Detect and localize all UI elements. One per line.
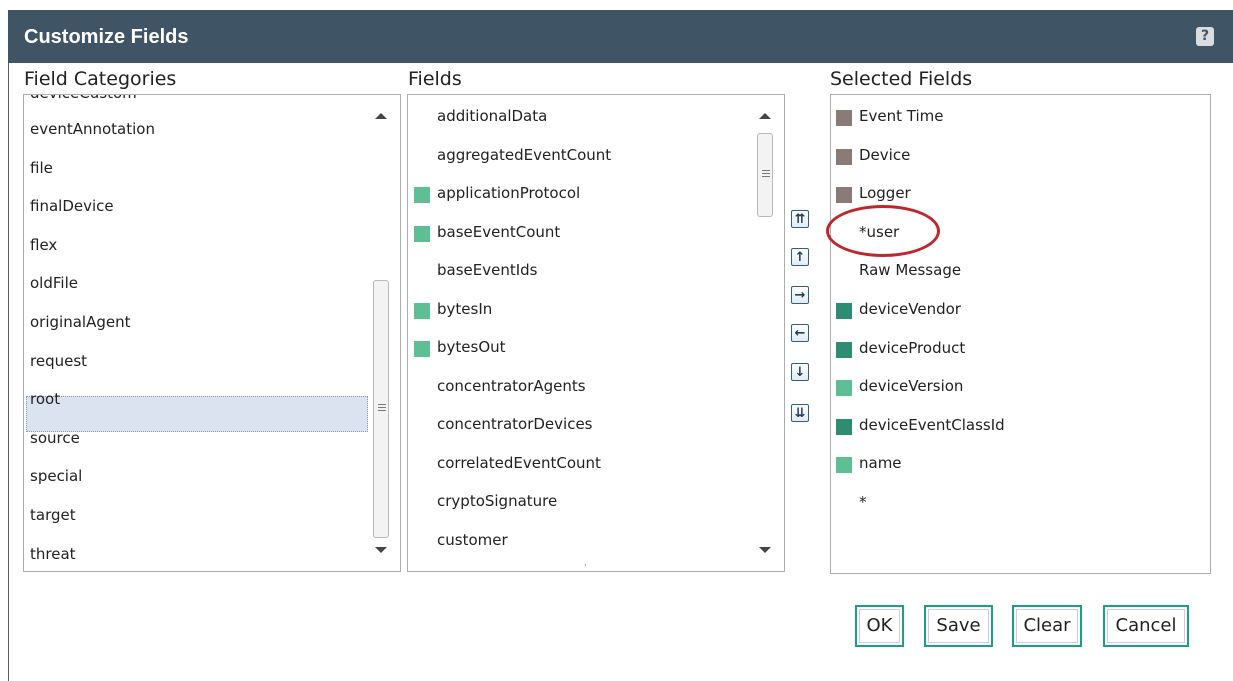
selected-field-item[interactable]: Device (859, 146, 910, 164)
category-item[interactable]: request (30, 352, 87, 370)
scroll-down-arrow-icon[interactable] (375, 547, 387, 553)
cancel-button[interactable]: Cancel (1103, 605, 1189, 647)
scroll-up-arrow-icon[interactable] (759, 113, 771, 119)
field-item[interactable]: correlatedEventCount (437, 454, 601, 472)
field-item[interactable]: baseEventCount (437, 223, 560, 241)
field-item[interactable]: concentratorAgents (437, 377, 586, 395)
dialog-titlebar: Customize Fields ? (8, 10, 1233, 63)
selected-field-item[interactable]: deviceVendor (859, 300, 961, 318)
move-bottom-button[interactable]: ⇊ (791, 404, 809, 422)
field-type-marker (836, 418, 852, 435)
selected-field-item[interactable]: Logger (859, 184, 911, 202)
dialog-title: Customize Fields (24, 26, 189, 48)
help-icon[interactable]: ? (1196, 27, 1214, 46)
selected-fields-list[interactable]: Event Time Device Logger *user Raw Message de… (830, 94, 1211, 574)
field-type-marker (836, 341, 852, 358)
category-item[interactable]: source (30, 429, 80, 447)
ok-button[interactable]: OK (855, 605, 904, 647)
field-type-marker (836, 148, 852, 165)
field-type-marker (414, 341, 430, 357)
categories-scrollbar[interactable] (371, 95, 391, 571)
selected-field-item[interactable]: name (859, 454, 902, 472)
field-type-marker (836, 110, 852, 126)
category-item-partial[interactable]: deviceCustom (30, 95, 137, 102)
field-type-marker (414, 302, 430, 319)
field-item[interactable]: baseEventIds (437, 261, 538, 279)
category-item[interactable]: special (30, 467, 82, 485)
remove-field-button[interactable]: ← (791, 324, 809, 342)
selected-field-item[interactable]: deviceVersion (859, 377, 963, 395)
selected-field-item[interactable]: * (859, 493, 867, 511)
field-type-marker (414, 225, 430, 242)
category-item[interactable]: originalAgent (30, 313, 130, 331)
field-item[interactable]: aggregatedEventCount (437, 146, 611, 164)
field-type-marker (836, 303, 852, 319)
selected-field-item[interactable]: Event Time (859, 107, 943, 125)
move-up-button[interactable]: ↑ (791, 248, 809, 266)
move-down-button[interactable]: ↓ (791, 363, 809, 381)
save-button[interactable]: Save (924, 605, 993, 647)
category-item[interactable]: finalDevice (30, 197, 114, 215)
fields-scroll-thumb[interactable] (757, 133, 773, 217)
selected-field-item[interactable]: deviceEventClassId (859, 416, 1005, 434)
field-item[interactable]: cryptoSignature (437, 492, 557, 510)
dialog-left-border (8, 63, 9, 681)
field-type-marker (836, 380, 852, 397)
selected-fields-header: Selected Fields (830, 68, 973, 90)
highlight-circle (826, 205, 940, 257)
selected-category-highlight (26, 396, 368, 432)
move-top-button[interactable]: ⇈ (791, 210, 809, 228)
field-type-marker (836, 187, 852, 204)
field-categories-list[interactable]: deviceCustom eventAnnotation file finalDev… (23, 94, 401, 572)
field-type-marker (414, 187, 430, 203)
category-item[interactable]: eventAnnotation (30, 120, 155, 138)
field-item[interactable]: bytesOut (437, 338, 506, 356)
fields-header: Fields (408, 68, 462, 90)
category-item[interactable]: threat (30, 545, 76, 563)
scroll-down-arrow-icon[interactable] (759, 547, 771, 553)
category-item[interactable]: file (30, 159, 53, 177)
field-item[interactable]: bytesIn (437, 300, 492, 318)
field-item[interactable]: applicationProtocol (437, 184, 580, 202)
field-type-marker (836, 457, 852, 474)
add-field-button[interactable]: → (791, 286, 809, 304)
fields-scrollbar[interactable] (755, 95, 775, 571)
field-categories-header: Field Categories (24, 68, 177, 90)
field-item[interactable]: customer (437, 531, 508, 549)
selected-field-item[interactable]: deviceProduct (859, 339, 965, 357)
fields-list[interactable]: additionalData aggregatedEventCount applic… (407, 94, 785, 572)
clear-button[interactable]: Clear (1012, 605, 1082, 647)
field-item[interactable]: additionalData (437, 107, 547, 125)
category-item[interactable]: oldFile (30, 274, 78, 292)
category-item[interactable]: flex (30, 236, 57, 254)
scroll-up-arrow-icon[interactable] (375, 113, 387, 119)
field-item[interactable]: concentratorDevices (437, 415, 593, 433)
categories-scroll-thumb[interactable] (373, 280, 389, 538)
category-item[interactable]: target (30, 506, 76, 524)
selected-field-item[interactable]: Raw Message (859, 261, 961, 279)
category-item[interactable]: root (30, 390, 60, 408)
